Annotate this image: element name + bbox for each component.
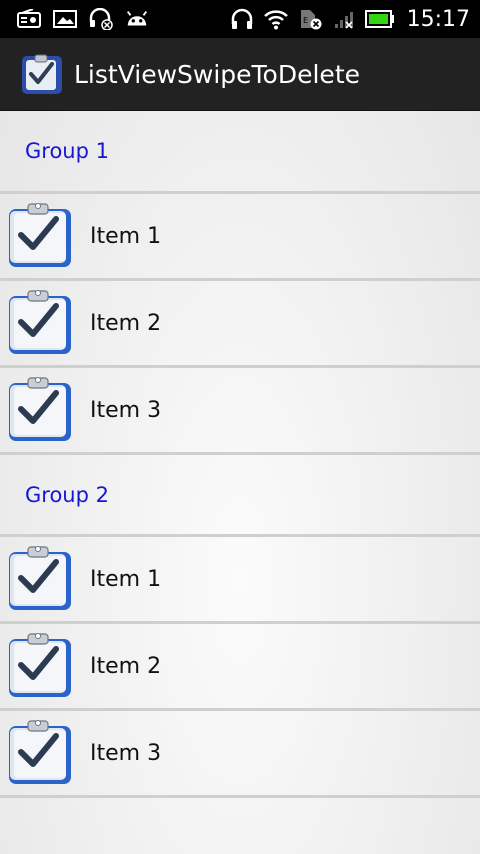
status-time: 15:17 xyxy=(406,6,470,32)
group-header[interactable]: Group 1 xyxy=(0,110,480,194)
clipboard-check-icon[interactable] xyxy=(20,52,64,96)
clipboard-check-icon xyxy=(9,720,71,784)
clipboard-check-icon xyxy=(9,203,71,267)
clipboard-check-icon xyxy=(9,546,71,610)
group-header[interactable]: Group 2 xyxy=(0,455,480,537)
item-label: Item 1 xyxy=(90,223,162,249)
svg-text:E: E xyxy=(303,16,308,25)
list-item[interactable]: Item 1 xyxy=(0,537,480,624)
wifi-icon xyxy=(263,8,289,30)
action-bar: ListViewSwipeToDelete xyxy=(0,38,480,111)
no-sim-icon: E xyxy=(297,8,323,30)
list-item[interactable]: Item 3 xyxy=(0,711,480,798)
list-item[interactable]: Item 3 xyxy=(0,368,480,455)
item-label: Item 3 xyxy=(90,397,162,423)
status-bar: E 15:17 xyxy=(0,0,480,38)
item-label: Item 2 xyxy=(90,310,162,336)
list-item[interactable]: Item 1 xyxy=(0,194,480,281)
image-icon xyxy=(52,8,78,30)
group-title: Group 1 xyxy=(25,138,109,163)
item-label: Item 3 xyxy=(90,740,162,766)
clipboard-check-icon xyxy=(9,377,71,441)
list-item[interactable]: Item 2 xyxy=(0,281,480,368)
clipboard-check-icon xyxy=(9,633,71,697)
radio-icon xyxy=(16,8,42,30)
android-icon xyxy=(124,8,150,30)
battery-icon xyxy=(364,8,395,30)
list-item[interactable]: Item 2 xyxy=(0,624,480,711)
app-title: ListViewSwipeToDelete xyxy=(74,59,360,89)
clipboard-check-icon xyxy=(9,290,71,354)
group-title: Group 2 xyxy=(25,482,109,507)
signal-icon xyxy=(331,8,357,30)
item-label: Item 2 xyxy=(90,653,162,679)
headset-mute-icon xyxy=(88,8,114,30)
headphones-icon xyxy=(229,8,255,30)
grouped-list: Group 1 Item 1 Item 2 Item 3 Group 2 Ite… xyxy=(0,110,480,798)
item-label: Item 1 xyxy=(90,566,162,592)
